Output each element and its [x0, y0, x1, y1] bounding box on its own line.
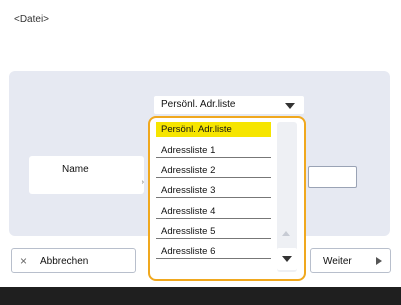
dropdown-item-list-3[interactable]: Adressliste 3 — [156, 183, 271, 198]
dropdown-item-list-4[interactable]: Adressliste 4 — [156, 204, 271, 219]
name-button-label: Name — [62, 164, 89, 175]
address-list-select[interactable]: Persönl. Adr.liste — [154, 96, 304, 114]
next-button-label: Weiter — [323, 256, 352, 267]
dropdown-item-list-5[interactable]: Adressliste 5 — [156, 224, 271, 239]
address-list-select-value: Persönl. Adr.liste — [161, 99, 236, 110]
footer-bar — [0, 287, 401, 305]
dropdown-item-list-1[interactable]: Adressliste 1 — [156, 143, 271, 158]
name-button[interactable]: Name › — [29, 156, 144, 194]
next-button[interactable]: Weiter — [310, 248, 391, 273]
chevron-right-icon: › — [141, 179, 144, 186]
scroll-down-button[interactable] — [277, 248, 297, 270]
chevron-down-icon — [285, 103, 295, 109]
close-icon: × — [20, 254, 28, 268]
name-field[interactable] — [308, 166, 357, 188]
cancel-button[interactable]: × Abbrechen — [11, 248, 136, 273]
play-arrow-icon — [376, 257, 382, 265]
cancel-button-label: Abbrechen — [40, 256, 89, 267]
breadcrumb: <Datei> — [14, 14, 50, 25]
dropdown-item-personal[interactable]: Persönl. Adr.liste — [156, 122, 271, 137]
dropdown-item-list-2[interactable]: Adressliste 2 — [156, 163, 271, 178]
address-list-dropdown: Persönl. Adr.liste Adressliste 1 Adressl… — [148, 116, 306, 281]
dropdown-item-list-6[interactable]: Adressliste 6 — [156, 244, 271, 259]
dropdown-scrollbar[interactable] — [277, 122, 297, 272]
scroll-up-icon[interactable] — [282, 231, 290, 236]
